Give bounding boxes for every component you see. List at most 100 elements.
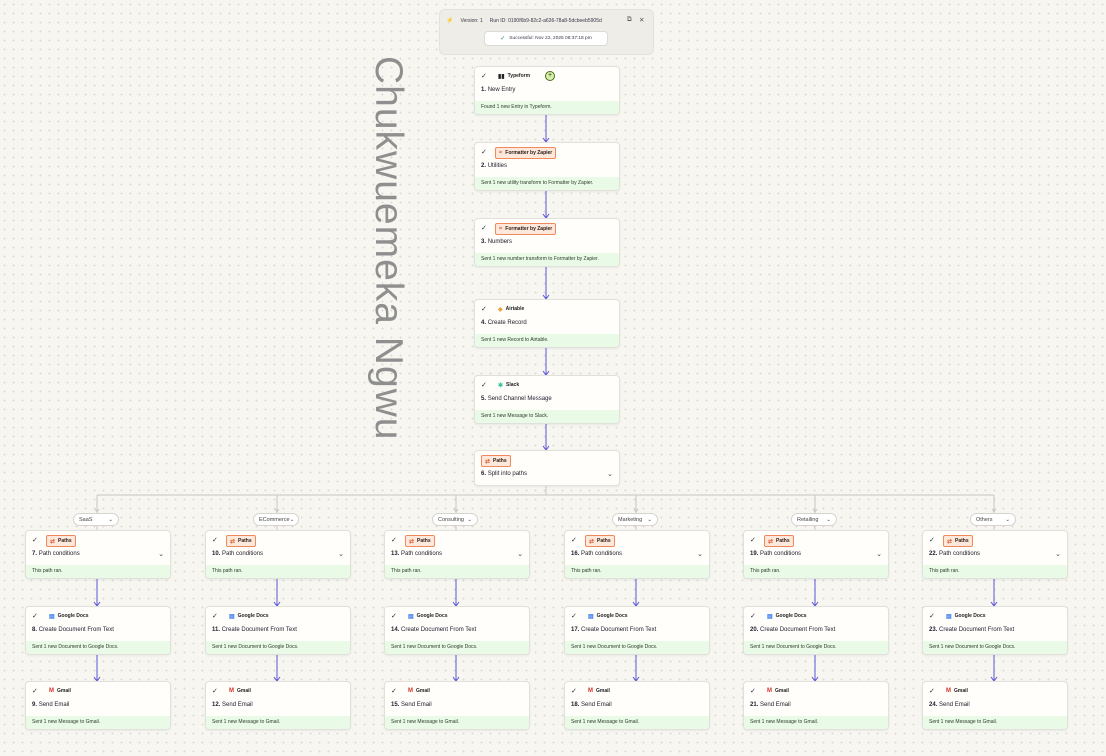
- status-check-icon: ✓: [212, 613, 218, 620]
- step-card-4-create-record[interactable]: ✓ ◆ Airtable 4. Create Record Sent 1 new Rec…: [474, 299, 620, 348]
- path-label-marketing[interactable]: Marketing ⌄: [612, 513, 658, 526]
- step-card-10-path-conditions[interactable]: ✓ ⇄ Paths 10. Path conditions ⌄ This path ran…: [205, 530, 351, 579]
- step-result-message: This path ran.: [744, 565, 888, 578]
- step-title: 4. Create Record: [481, 320, 527, 326]
- step-card-6-split-into-paths[interactable]: ⇄ Paths 6. Split into paths ⌄: [474, 450, 620, 486]
- step-result-message: Sent 1 new Message to Gmail.: [923, 716, 1067, 729]
- step-result-message: Sent 1 new utility transform to Formatte…: [475, 177, 619, 190]
- step-card-15-send-email[interactable]: ✓ M Gmail 15. Send Email Sent 1 new Message …: [384, 681, 530, 730]
- step-card-18-send-email[interactable]: ✓ M Gmail 18. Send Email Sent 1 new Message …: [564, 681, 710, 730]
- step-card-23-create-document-from-text[interactable]: ✓ ▤ Google Docs 23. Create Document From Te…: [922, 606, 1068, 655]
- step-name: Path conditions: [760, 551, 802, 557]
- step-card-17-create-document-from-text[interactable]: ✓ ▤ Google Docs 17. Create Document From Te…: [564, 606, 710, 655]
- step-result-message: Sent 1 new Document to Google Docs.: [744, 641, 888, 654]
- paths-icon: ⇄: [50, 538, 56, 545]
- step-card-7-path-conditions[interactable]: ✓ ⇄ Paths 7. Path conditions ⌄ This path ran.: [25, 530, 171, 579]
- path-label-consulting[interactable]: Consulting ⌄: [432, 513, 478, 526]
- path-label-retailing[interactable]: Retailing ⌄: [791, 513, 837, 526]
- app-badge: ⇄ Paths: [481, 455, 511, 467]
- step-card-2-utilities[interactable]: ✓ ≈ Formatter by Zapier 2. Utilities Sent 1 …: [474, 142, 620, 191]
- google-docs-icon: ▤: [408, 613, 414, 620]
- status-check-icon: ✓: [481, 306, 487, 313]
- app-badge: M Gmail: [226, 686, 254, 696]
- path-label-saas[interactable]: SaaS ⌄: [73, 513, 119, 526]
- step-card-11-create-document-from-text[interactable]: ✓ ▤ Google Docs 11. Create Document From Te…: [205, 606, 351, 655]
- step-card-13-path-conditions[interactable]: ✓ ⇄ Paths 13. Path conditions ⌄ This path ran…: [384, 530, 530, 579]
- chevron-down-icon: ⌄: [108, 516, 113, 523]
- step-title: 10. Path conditions: [212, 551, 263, 557]
- app-name: Paths: [493, 458, 507, 464]
- app-name: Google Docs: [775, 613, 807, 619]
- version-label: Version: 1: [460, 17, 483, 24]
- step-result-message: This path ran.: [385, 565, 529, 578]
- status-check-icon: ✓: [212, 688, 218, 695]
- app-badge: ≈ Formatter by Zapier: [495, 223, 557, 235]
- step-name: Create Document From Text: [939, 627, 1015, 633]
- chevron-down-icon[interactable]: ⌄: [517, 550, 523, 558]
- step-title: 17. Create Document From Text: [571, 627, 656, 633]
- external-link-icon[interactable]: ⧉: [627, 16, 632, 24]
- app-name: Gmail: [954, 688, 968, 694]
- step-card-8-create-document-from-text[interactable]: ✓ ▤ Google Docs 8. Create Document From Tex…: [25, 606, 171, 655]
- app-badge: ⇄ Paths: [943, 535, 973, 547]
- app-name: Paths: [417, 538, 431, 544]
- chevron-down-icon[interactable]: ⌄: [338, 550, 344, 558]
- step-title: 19. Path conditions: [750, 551, 801, 557]
- step-name: Numbers: [487, 239, 513, 245]
- chevron-down-icon[interactable]: ⌄: [697, 550, 703, 558]
- path-label-others[interactable]: Others ⌄: [970, 513, 1016, 526]
- app-badge: M Gmail: [764, 686, 792, 696]
- step-name: Send Email: [760, 702, 791, 708]
- status-check-icon: ✓: [571, 688, 577, 695]
- step-name: Send Channel Message: [487, 396, 552, 402]
- step-card-21-send-email[interactable]: ✓ M Gmail 21. Send Email Sent 1 new Message …: [743, 681, 889, 730]
- app-badge: M Gmail: [585, 686, 613, 696]
- path-label-ecommerce[interactable]: ECommerce ⌄: [253, 513, 299, 526]
- branch-arrow-icon: [812, 508, 818, 513]
- step-card-12-send-email[interactable]: ✓ M Gmail 12. Send Email Sent 1 new Message …: [205, 681, 351, 730]
- step-card-9-send-email[interactable]: ✓ M Gmail 9. Send Email Sent 1 new Message t…: [25, 681, 171, 730]
- step-name: Create Document From Text: [38, 627, 114, 633]
- step-number: 11.: [212, 627, 221, 633]
- step-name: Send Email: [581, 702, 612, 708]
- app-name: Paths: [776, 538, 790, 544]
- app-name: Google Docs: [954, 613, 986, 619]
- close-icon[interactable]: ✕: [639, 16, 644, 24]
- step-card-19-path-conditions[interactable]: ✓ ⇄ Paths 19. Path conditions ⌄ This path ran…: [743, 530, 889, 579]
- zap-icon: ⚡: [446, 18, 454, 24]
- step-result-message: Sent 1 new Message to Gmail.: [26, 716, 170, 729]
- step-card-5-send-channel-message[interactable]: ✓ ✱ Slack 5. Send Channel Message Sent 1 new…: [474, 375, 620, 424]
- step-card-16-path-conditions[interactable]: ✓ ⇄ Paths 16. Path conditions ⌄ This path ran…: [564, 530, 710, 579]
- chevron-down-icon[interactable]: ⌄: [607, 470, 613, 478]
- app-badge: ⇄ Paths: [405, 535, 435, 547]
- app-name: Paths: [238, 538, 252, 544]
- check-icon: ✓: [500, 36, 506, 42]
- status-text: Successful: [509, 36, 533, 41]
- chevron-down-icon[interactable]: ⌄: [876, 550, 882, 558]
- step-result-message: Sent 1 new Message to Gmail.: [565, 716, 709, 729]
- step-result-message: Sent 1 new Message to Slack.: [475, 410, 619, 423]
- step-name: Path conditions: [222, 551, 264, 557]
- chevron-down-icon[interactable]: ⌄: [158, 550, 164, 558]
- workflow-canvas[interactable]: ⚡ Version: 1 Run ID: 0190f6b9-82c2-a636-…: [0, 0, 1106, 756]
- step-card-14-create-document-from-text[interactable]: ✓ ▤ Google Docs 14. Create Document From Te…: [384, 606, 530, 655]
- step-card-1-new-entry[interactable]: ✓ ▮▮ Typeform +1. New Entry Found 1 new Entr…: [474, 66, 620, 115]
- step-result-message: This path ran.: [923, 565, 1067, 578]
- step-name: Path conditions: [939, 551, 981, 557]
- app-name: Formatter by Zapier: [505, 150, 553, 156]
- chevron-down-icon: ⌄: [826, 516, 831, 523]
- step-title: 22. Path conditions: [929, 551, 980, 557]
- step-title: 13. Path conditions: [391, 551, 442, 557]
- step-name: Path conditions: [401, 551, 443, 557]
- step-card-24-send-email[interactable]: ✓ M Gmail 24. Send Email Sent 1 new Message …: [922, 681, 1068, 730]
- chevron-down-icon: ⌄: [467, 516, 472, 523]
- step-result-message: Sent 1 new Document to Google Docs.: [26, 641, 170, 654]
- step-card-22-path-conditions[interactable]: ✓ ⇄ Paths 22. Path conditions ⌄ This path ran…: [922, 530, 1068, 579]
- step-card-20-create-document-from-text[interactable]: ✓ ▤ Google Docs 20. Create Document From Te…: [743, 606, 889, 655]
- step-card-3-numbers[interactable]: ✓ ≈ Formatter by Zapier 3. Numbers Sent 1 ne…: [474, 218, 620, 267]
- status-check-icon: ✓: [32, 688, 38, 695]
- status-check-icon: ✓: [481, 225, 487, 232]
- run-timestamp: Nov 22, 2025 08:37:18 pm: [535, 36, 592, 41]
- add-step-icon[interactable]: +: [545, 71, 555, 81]
- chevron-down-icon[interactable]: ⌄: [1055, 550, 1061, 558]
